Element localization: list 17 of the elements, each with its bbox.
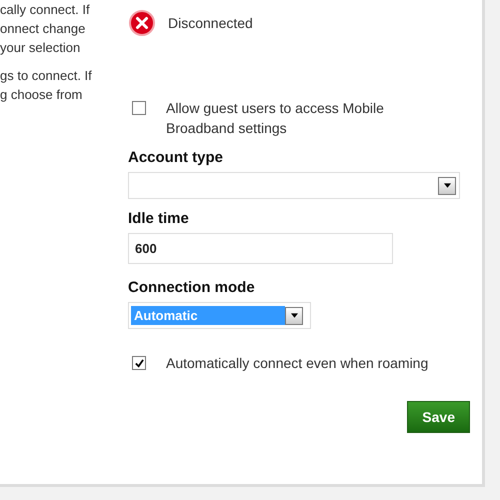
- checkbox-label: Automatically connect even when roaming: [166, 354, 430, 373]
- idle-time-field[interactable]: 600: [128, 233, 393, 264]
- status-text: Disconnected: [168, 15, 253, 31]
- error-icon: [128, 9, 156, 37]
- field-label: Account type: [128, 149, 224, 166]
- checkbox[interactable]: [132, 356, 146, 370]
- help-text: onnect change: [0, 20, 86, 38]
- field-label: Connection mode: [128, 279, 255, 296]
- help-text: g choose from: [0, 86, 84, 104]
- help-text: cally connect. If: [0, 1, 91, 19]
- help-text: gs to connect. If: [0, 67, 93, 85]
- help-text: your selection: [0, 39, 82, 57]
- field-label: Idle time: [128, 210, 189, 227]
- connection-mode-dropdown[interactable]: Automatic: [131, 306, 285, 325]
- checkbox[interactable]: [132, 101, 146, 115]
- checkbox-label: Allow guest users to access Mobile Broadband settings: [166, 99, 385, 138]
- save-button[interactable]: Save: [407, 401, 470, 433]
